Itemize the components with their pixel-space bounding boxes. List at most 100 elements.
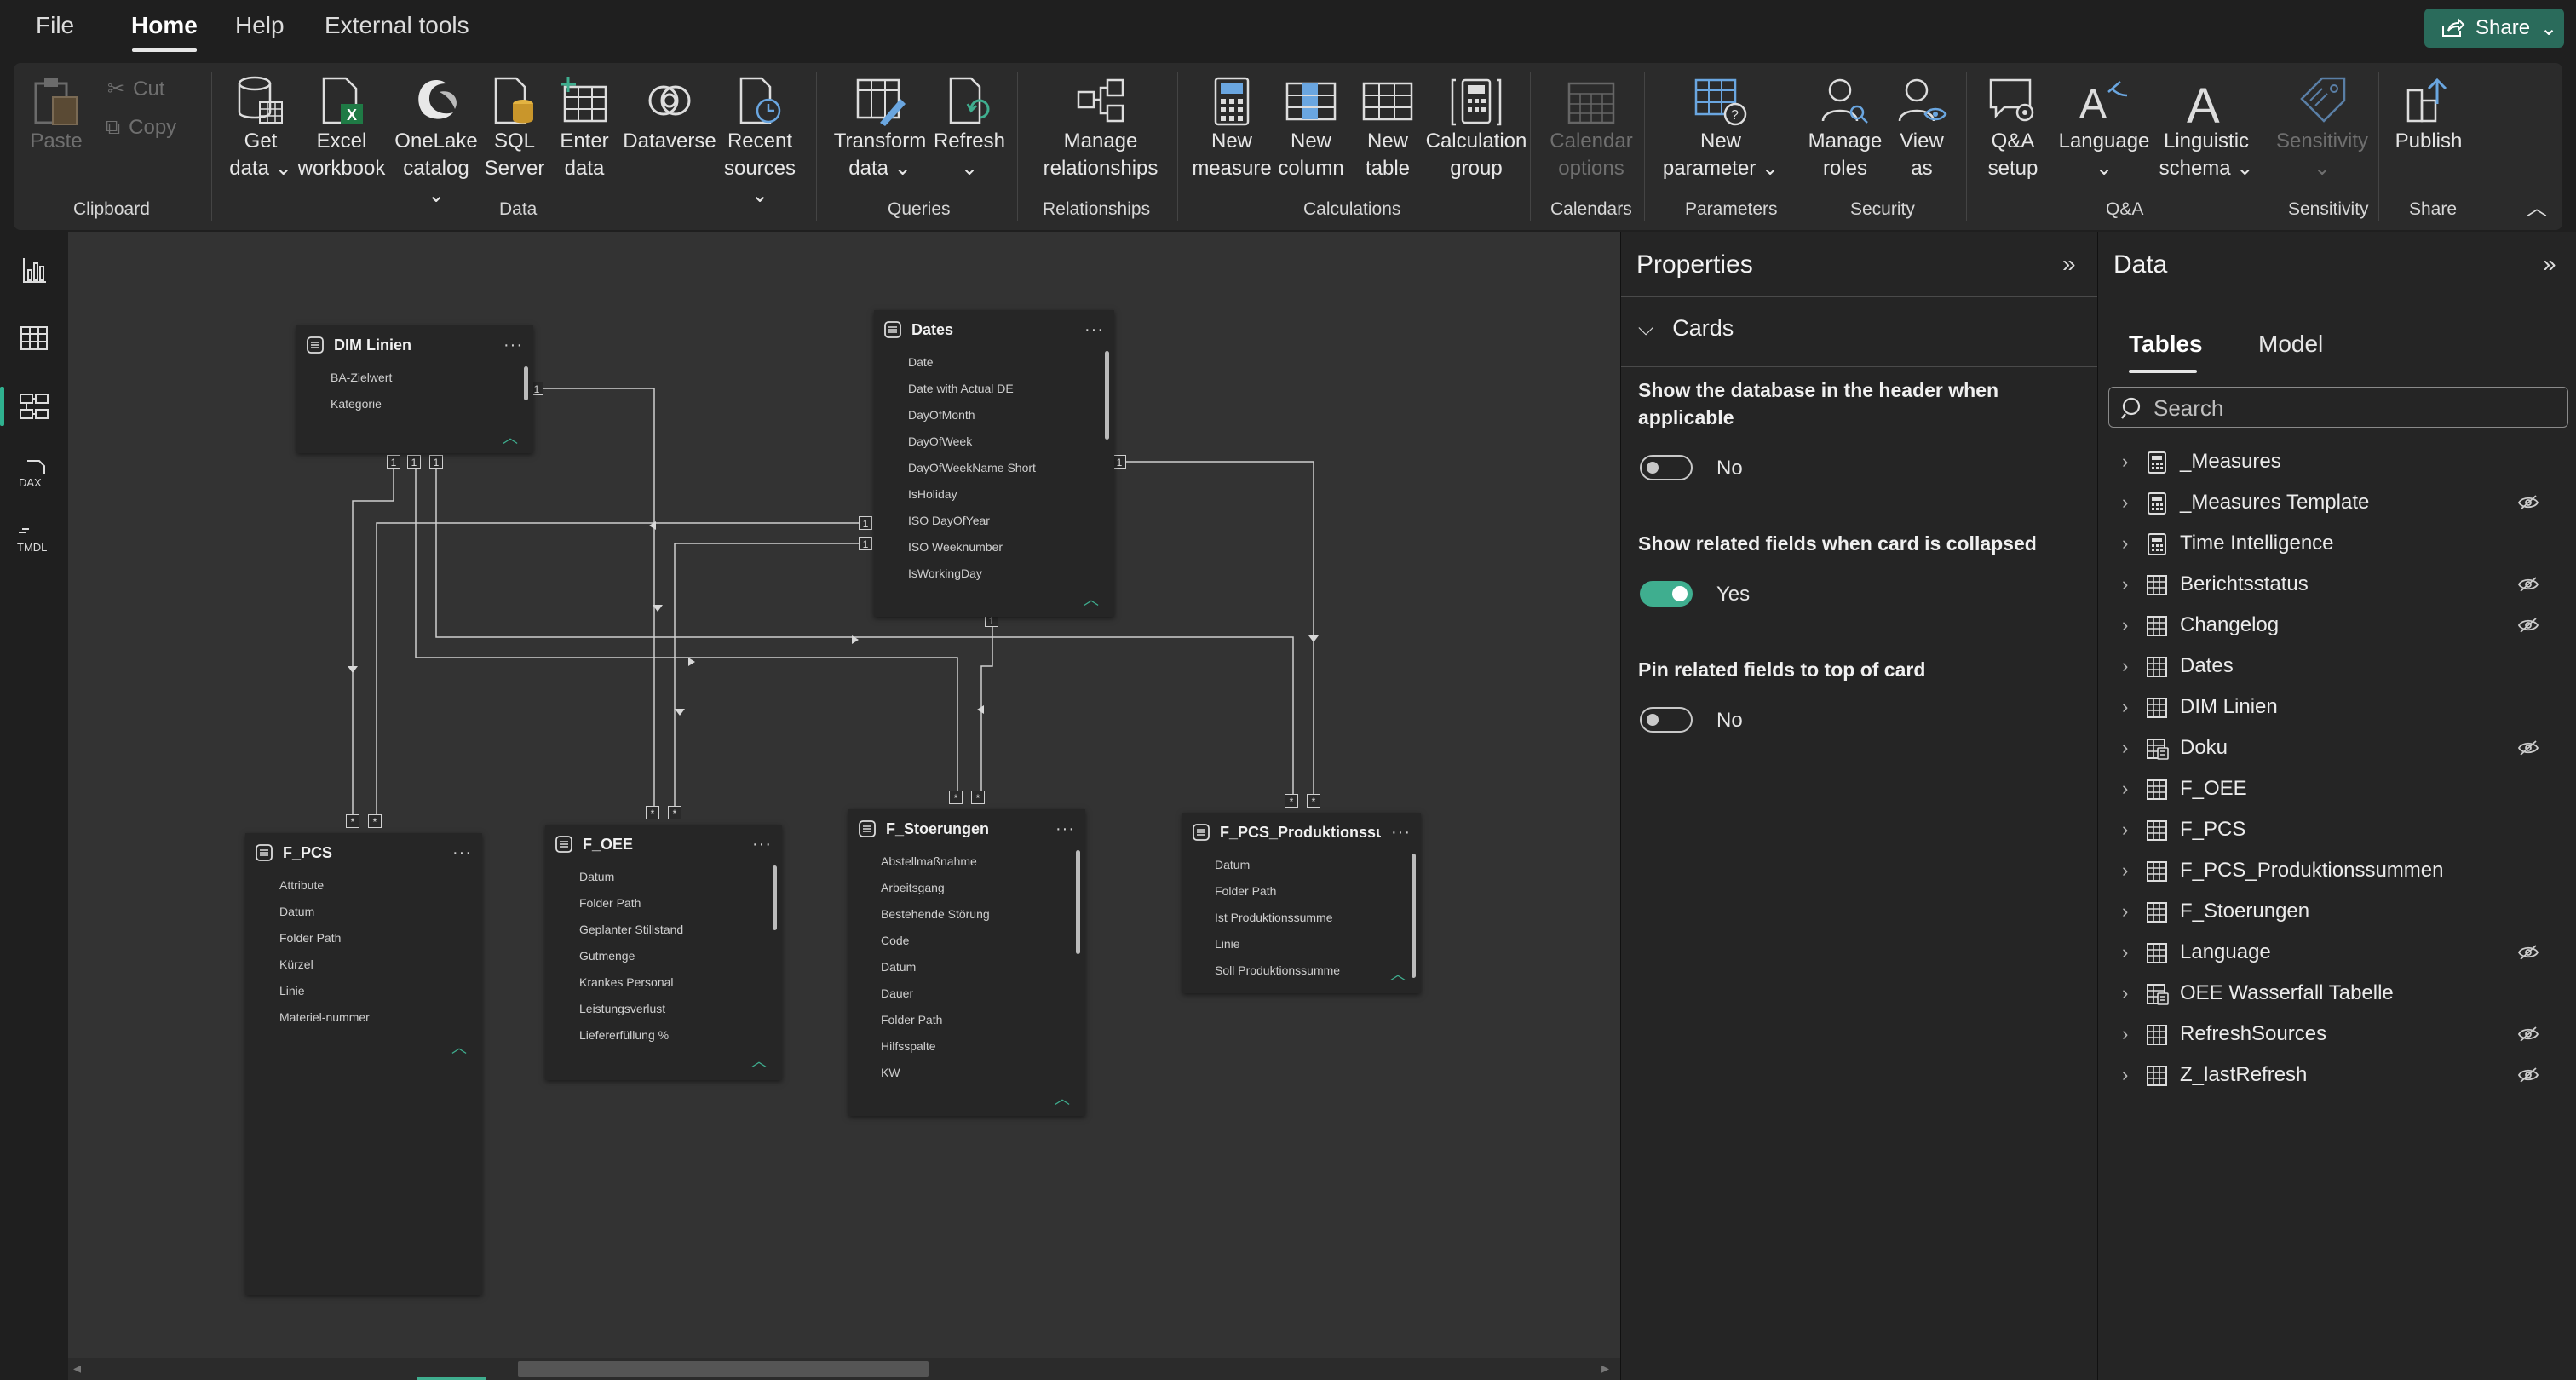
field-item[interactable]: Abstellmaßnahme <box>881 848 1085 875</box>
more-options-icon[interactable]: ··· <box>752 835 772 854</box>
more-options-icon[interactable]: ··· <box>1391 823 1411 842</box>
chevron-right-icon[interactable]: › <box>2122 819 2128 841</box>
hidden-eye-icon[interactable] <box>2517 494 2539 515</box>
table-list-item[interactable]: › F_PCS <box>2098 809 2576 850</box>
field-item[interactable]: DayOfWeekName Short <box>908 455 1114 481</box>
scroll-right-icon[interactable]: ▸ <box>1601 1360 1609 1377</box>
model-canvas[interactable]: 1 1 1 1 1 1 1 1 * * * * * * * * DIM Lini… <box>68 232 1620 1380</box>
field-item[interactable]: Datum <box>881 954 1085 980</box>
field-item[interactable]: Code <box>881 928 1085 954</box>
chevron-right-icon[interactable]: › <box>2122 655 2128 677</box>
table-list-item[interactable]: › Dates <box>2098 646 2576 687</box>
scroll-left-icon[interactable]: ◂ <box>73 1360 81 1377</box>
tab-model[interactable]: Model <box>2258 331 2323 358</box>
table-card-f-pcs-produktionssummen[interactable]: F_PCS_Produktionssum... ··· Datum Folder… <box>1182 813 1421 993</box>
chevron-right-icon[interactable]: › <box>2122 696 2128 718</box>
scrollbar-thumb[interactable] <box>518 1361 929 1377</box>
sql-server-button[interactable]: SQL Server <box>480 75 549 182</box>
table-list-item[interactable]: › Time Intelligence <box>2098 523 2576 564</box>
cards-section-header[interactable]: ⌵ Cards <box>1638 315 1734 342</box>
table-list-item[interactable]: › DIM Linien <box>2098 687 2576 727</box>
table-list-item[interactable]: › Language <box>2098 932 2576 973</box>
qa-setup-button[interactable]: Q&A setup <box>1975 75 2051 182</box>
table-list-item[interactable]: › OEE Wasserfall Tabelle <box>2098 973 2576 1014</box>
table-list-item[interactable]: › _Measures Template <box>2098 482 2576 523</box>
table-list-item[interactable]: › F_PCS_Produktionssummen <box>2098 850 2576 891</box>
field-item[interactable]: Geplanter Stillstand <box>579 917 782 943</box>
hidden-eye-icon[interactable] <box>2517 944 2539 965</box>
field-item[interactable]: Krankes Personal <box>579 969 782 996</box>
chevron-right-icon[interactable]: › <box>2122 737 2128 759</box>
table-list-item[interactable]: › RefreshSources <box>2098 1014 2576 1055</box>
toggle-pin-related-fields[interactable] <box>1640 707 1693 733</box>
enter-data-button[interactable]: Enter data <box>550 75 618 182</box>
manage-roles-button[interactable]: Manage roles <box>1803 75 1888 182</box>
chevron-right-icon[interactable]: › <box>2122 614 2128 636</box>
collapse-card-icon[interactable]: ︿ <box>451 1036 467 1058</box>
card-scrollbar[interactable] <box>773 865 777 930</box>
field-item[interactable]: Attribute <box>279 872 482 899</box>
field-item[interactable]: Folder Path <box>579 890 782 917</box>
menu-external-tools[interactable]: External tools <box>325 12 469 39</box>
dataverse-button[interactable]: Dataverse <box>620 75 719 155</box>
table-card-dates[interactable]: Dates ··· Date Date with Actual DE DayOf… <box>874 310 1114 617</box>
table-list-item[interactable]: › Berichtsstatus <box>2098 564 2576 605</box>
field-item[interactable]: KW <box>881 1060 1085 1086</box>
collapse-card-icon[interactable]: ︿ <box>1390 963 1406 985</box>
table-card-f-stoerungen[interactable]: F_Stoerungen ··· Abstellmaßnahme Arbeits… <box>848 809 1085 1116</box>
field-item[interactable]: ISO DayOfYear <box>908 508 1114 534</box>
table-list-item[interactable]: › Changelog <box>2098 605 2576 646</box>
table-card-f-pcs[interactable]: F_PCS ··· Attribute Datum Folder Path Kü… <box>245 833 482 1295</box>
new-measure-button[interactable]: New measure <box>1189 75 1274 182</box>
table-list-item[interactable]: › _Measures <box>2098 441 2576 482</box>
menu-home[interactable]: Home <box>131 12 198 39</box>
field-item[interactable]: IsWorkingDay <box>908 561 1114 587</box>
field-item[interactable]: IsHoliday <box>908 481 1114 508</box>
chevron-right-icon[interactable]: › <box>2122 860 2128 882</box>
field-item[interactable]: Date <box>908 349 1114 376</box>
toggle-show-related-fields[interactable] <box>1640 581 1693 607</box>
field-item[interactable]: DayOfWeek <box>908 428 1114 455</box>
table-list-item[interactable]: › Z_lastRefresh <box>2098 1055 2576 1095</box>
get-data-button[interactable]: Get data ⌄ <box>227 75 295 182</box>
field-item[interactable]: Folder Path <box>1215 878 1421 905</box>
chevron-right-icon[interactable]: › <box>2122 1023 2128 1045</box>
hidden-eye-icon[interactable] <box>2517 617 2539 638</box>
table-card-dim-linien[interactable]: DIM Linien ··· BA-Zielwert Kategorie ︿ <box>296 325 533 453</box>
chevron-right-icon[interactable]: › <box>2122 1064 2128 1086</box>
menu-file[interactable]: File <box>36 12 74 39</box>
field-item[interactable]: Liefererfüllung % <box>579 1022 782 1049</box>
recent-sources-button[interactable]: Recent sources ⌄ <box>717 75 802 210</box>
chevron-right-icon[interactable]: › <box>2122 573 2128 595</box>
field-item[interactable]: Datum <box>279 899 482 925</box>
new-table-button[interactable]: New table <box>1351 75 1424 182</box>
hidden-eye-icon[interactable] <box>2517 1026 2539 1047</box>
field-item[interactable]: Datum <box>579 864 782 890</box>
hidden-eye-icon[interactable] <box>2517 1067 2539 1088</box>
refresh-button[interactable]: Refresh ⌄ <box>927 75 1012 182</box>
chevron-right-icon[interactable]: › <box>2122 900 2128 923</box>
linguistic-schema-button[interactable]: A Linguistic schema ⌄ <box>2155 75 2257 182</box>
transform-data-button[interactable]: Transform data ⌄ <box>833 75 927 182</box>
canvas-horizontal-scrollbar[interactable]: ◂ ▸ <box>68 1358 1620 1380</box>
tmdl-view-button[interactable]: TMDL <box>0 513 68 572</box>
chevron-right-icon[interactable]: › <box>2122 941 2128 963</box>
excel-workbook-button[interactable]: X Excel workbook <box>295 75 388 182</box>
collapse-card-icon[interactable]: ︿ <box>503 426 518 448</box>
table-view-button[interactable] <box>0 308 68 368</box>
field-item[interactable]: Linie <box>279 978 482 1004</box>
field-item[interactable]: Dauer <box>881 980 1085 1007</box>
field-item[interactable]: Ist Produktionssumme <box>1215 905 1421 931</box>
dax-query-view-button[interactable]: DAX <box>0 445 68 504</box>
field-item[interactable]: Hilfsspalte <box>881 1033 1085 1060</box>
field-item[interactable]: BA-Zielwert <box>331 365 533 391</box>
table-list-item[interactable]: › F_OEE <box>2098 768 2576 809</box>
field-item[interactable]: Materiel-nummer <box>279 1004 482 1031</box>
search-input[interactable] <box>2152 393 2556 423</box>
cut-button[interactable]: ✂ Cut <box>107 77 164 101</box>
chevron-right-icon[interactable]: › <box>2122 532 2128 555</box>
field-item[interactable]: Leistungsverlust <box>579 996 782 1022</box>
chevron-right-icon[interactable]: › <box>2122 982 2128 1004</box>
more-options-icon[interactable]: ··· <box>1055 819 1075 839</box>
calendar-options-button[interactable]: Calendar options <box>1540 75 1642 182</box>
